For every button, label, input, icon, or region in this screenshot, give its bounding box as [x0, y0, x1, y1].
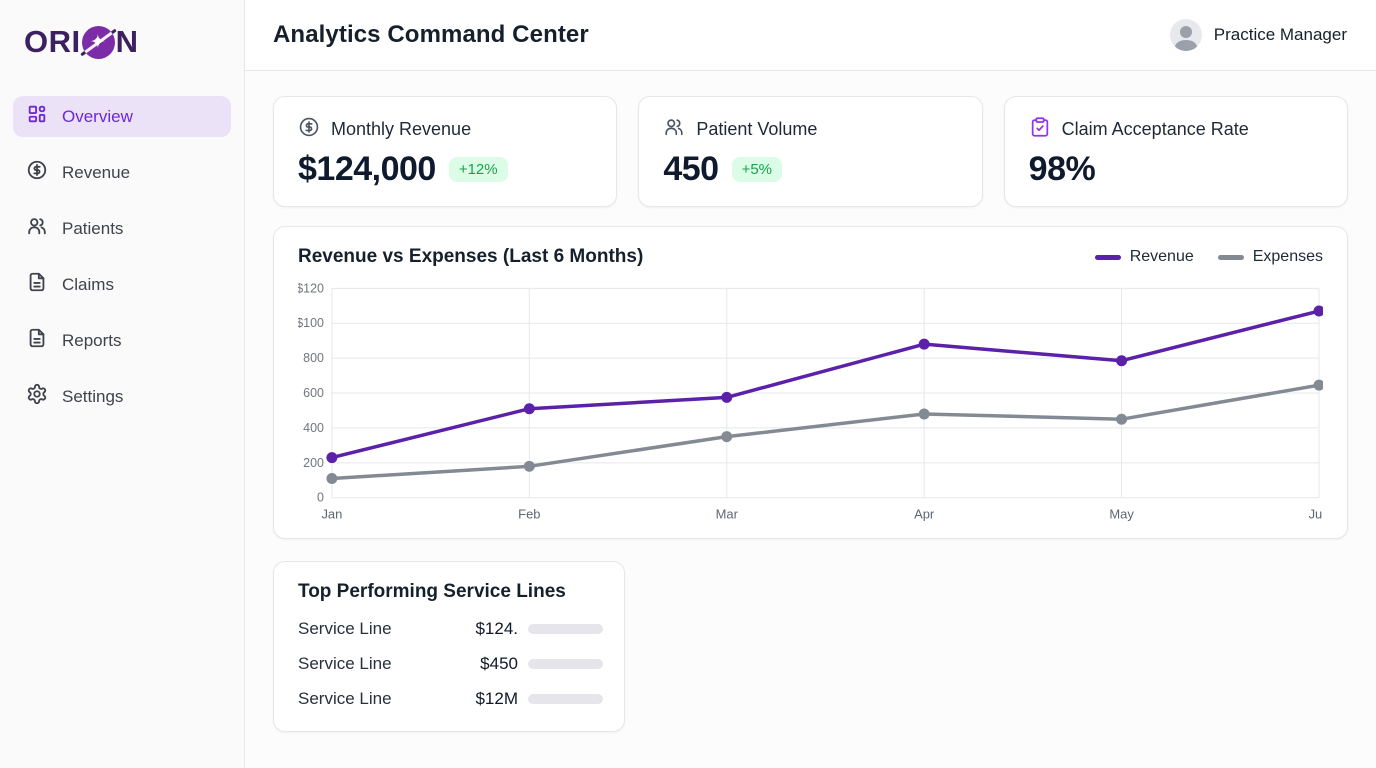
- service-line-row: Service Line $124.: [298, 619, 600, 639]
- svg-text:Jun: Jun: [1309, 507, 1323, 522]
- service-line-label: Service Line: [298, 619, 446, 639]
- service-line-row: Service Line $450: [298, 654, 600, 674]
- svg-text:$100: $100: [298, 316, 324, 330]
- dollar-circle-icon: [298, 116, 320, 143]
- svg-text:Mar: Mar: [716, 507, 739, 522]
- sidebar-item-label: Reports: [62, 331, 122, 351]
- svg-text:Apr: Apr: [914, 507, 935, 522]
- service-line-label: Service Line: [298, 654, 446, 674]
- page-title: Analytics Command Center: [273, 21, 589, 49]
- sidebar-item-reports[interactable]: Reports: [13, 320, 231, 361]
- service-lines-title: Top Performing Service Lines: [298, 581, 600, 603]
- trend-badge: +5%: [732, 157, 782, 182]
- metric-value: $124,000: [298, 150, 436, 189]
- logo-text-right: N: [116, 24, 139, 60]
- metric-label: Claim Acceptance Rate: [1062, 119, 1249, 140]
- legend-item-revenue: Revenue: [1095, 248, 1194, 266]
- svg-text:200: 200: [303, 456, 324, 470]
- user-name: Practice Manager: [1214, 25, 1347, 45]
- sidebar-item-label: Settings: [62, 387, 123, 407]
- svg-text:400: 400: [303, 421, 324, 435]
- dashboard-grid-icon: [26, 103, 48, 130]
- orion-logo: ORI✦N: [0, 14, 244, 70]
- svg-text:600: 600: [303, 386, 324, 400]
- svg-text:Jan: Jan: [321, 507, 342, 522]
- metric-label: Patient Volume: [696, 119, 817, 140]
- legend-label: Expenses: [1253, 248, 1323, 266]
- service-line-row: Service Line $12M: [298, 689, 600, 709]
- svg-text:800: 800: [303, 351, 324, 365]
- top-bar: Analytics Command Center Practice Manage…: [245, 0, 1376, 71]
- logo-orbit-icon: ✦: [82, 26, 115, 59]
- revenue-expenses-card: Revenue vs Expenses (Last 6 Months) Reve…: [273, 226, 1348, 539]
- sidebar-item-settings[interactable]: Settings: [13, 376, 231, 417]
- service-line-value: $12M: [446, 689, 518, 709]
- gear-icon: [26, 383, 48, 410]
- sidebar-item-claims[interactable]: Claims: [13, 264, 231, 305]
- sidebar-item-label: Patients: [62, 219, 123, 239]
- service-line-progress-bar: [528, 694, 603, 704]
- legend-label: Revenue: [1130, 248, 1194, 266]
- document-icon: [26, 327, 48, 354]
- service-line-progress-bar: [528, 624, 603, 634]
- users-icon: [26, 215, 48, 242]
- sidebar-item-label: Overview: [62, 107, 133, 127]
- legend-swatch: [1095, 255, 1121, 260]
- metric-value: 450: [663, 150, 718, 189]
- chart-legend: Revenue Expenses: [1095, 248, 1323, 266]
- metric-card-monthly-revenue: Monthly Revenue $124,000 +12%: [273, 96, 617, 207]
- service-line-value: $124.: [446, 619, 518, 639]
- dollar-circle-icon: [26, 159, 48, 186]
- document-icon: [26, 271, 48, 298]
- service-line-progress-bar: [528, 659, 603, 669]
- metric-cards: Monthly Revenue $124,000 +12% Patient Vo…: [273, 96, 1348, 207]
- sidebar-item-revenue[interactable]: Revenue: [13, 152, 231, 193]
- svg-text:May: May: [1109, 507, 1134, 522]
- clipboard-check-icon: [1029, 116, 1051, 143]
- sidebar-nav: Overview Revenue Patients Claims Reports…: [0, 96, 244, 417]
- logo-text-left: ORI: [24, 24, 81, 60]
- metric-card-patient-volume: Patient Volume 450 +5%: [638, 96, 982, 207]
- users-icon: [663, 116, 685, 143]
- sidebar-item-label: Claims: [62, 275, 114, 295]
- legend-swatch: [1218, 255, 1244, 260]
- service-line-value: $450: [446, 654, 518, 674]
- svg-text:Feb: Feb: [518, 507, 540, 522]
- service-lines-card: Top Performing Service Lines Service Lin…: [273, 561, 625, 732]
- svg-text:0: 0: [317, 491, 324, 505]
- svg-text:$120: $120: [298, 281, 324, 295]
- service-line-label: Service Line: [298, 689, 446, 709]
- trend-badge: +12%: [449, 157, 508, 182]
- chart-title: Revenue vs Expenses (Last 6 Months): [298, 246, 643, 268]
- sidebar-item-overview[interactable]: Overview: [13, 96, 231, 137]
- user-menu[interactable]: Practice Manager: [1170, 19, 1347, 51]
- dashboard-content: Monthly Revenue $124,000 +12% Patient Vo…: [245, 71, 1376, 757]
- legend-item-expenses: Expenses: [1218, 248, 1323, 266]
- sidebar-item-patients[interactable]: Patients: [13, 208, 231, 249]
- metric-label: Monthly Revenue: [331, 119, 471, 140]
- metric-card-claim-acceptance: Claim Acceptance Rate 98%: [1004, 96, 1348, 207]
- revenue-expenses-line-chart: 0 200 400 600 800 $100 $120 Jan Feb Mar Apr May Jun: [298, 276, 1323, 526]
- avatar: [1170, 19, 1202, 51]
- metric-value: 98%: [1029, 150, 1096, 189]
- sidebar-item-label: Revenue: [62, 163, 130, 183]
- main-area: Analytics Command Center Practice Manage…: [245, 0, 1376, 768]
- sidebar: ORI✦N Overview Revenue Patients Claims R…: [0, 0, 245, 768]
